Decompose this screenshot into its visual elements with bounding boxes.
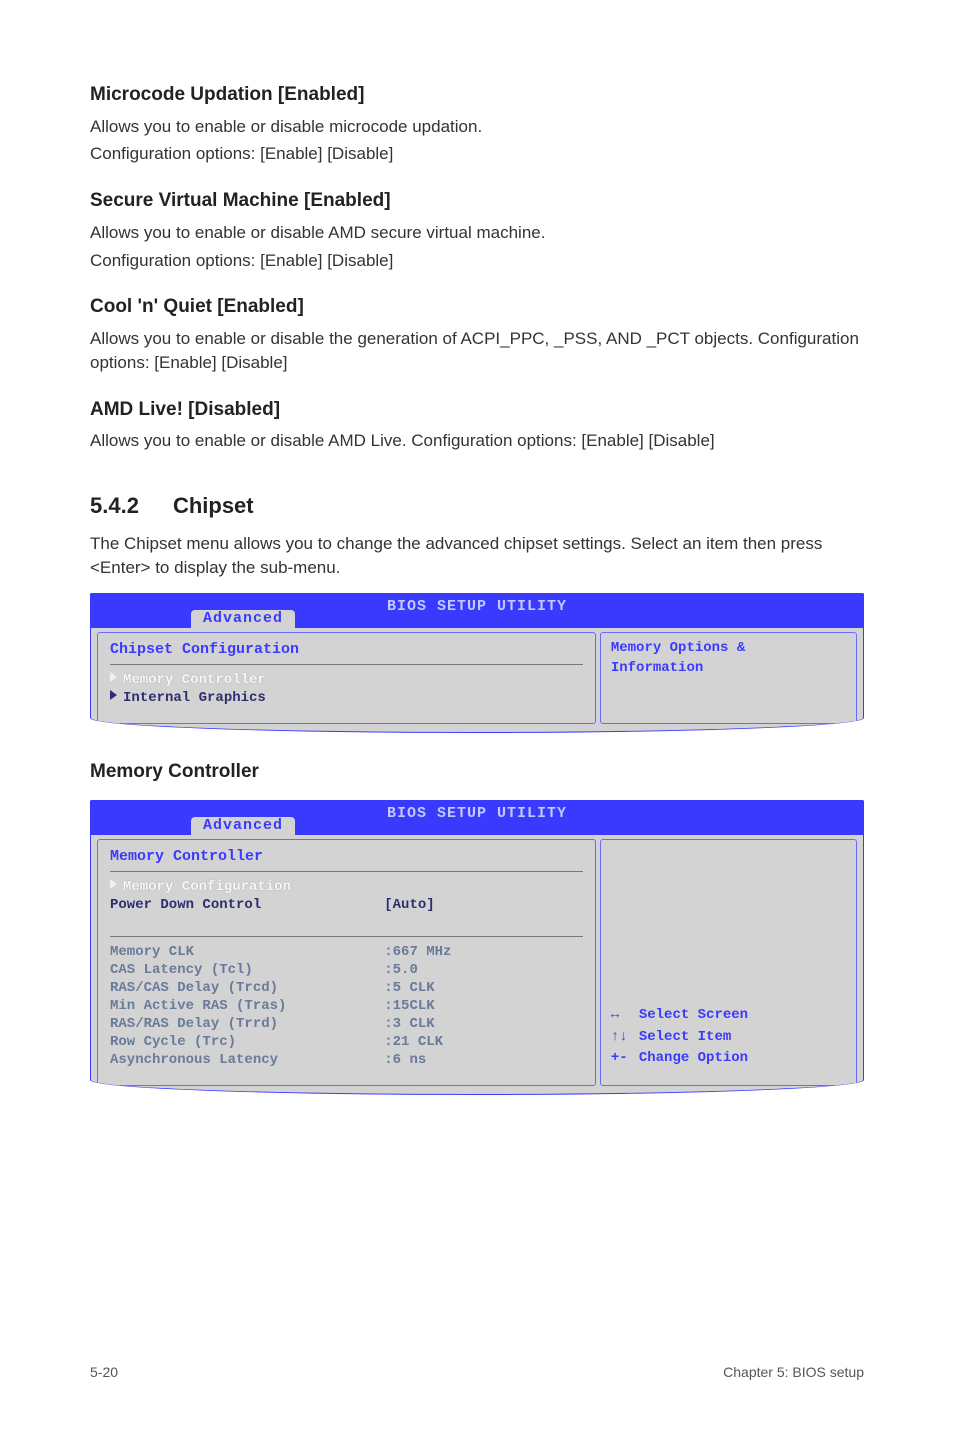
heading-svm: Secure Virtual Machine [Enabled]	[90, 188, 864, 215]
legend-symbol-icon: +-	[611, 1049, 639, 1069]
bios-detail-value: :6 ns	[384, 1051, 583, 1069]
bios-detail-label: Row Cycle (Trc)	[110, 1033, 384, 1051]
heading-chipset-title: Chipset	[173, 493, 254, 518]
triangle-icon	[110, 879, 117, 889]
bios-item-memory-configuration[interactable]: Memory Configuration	[110, 878, 583, 896]
separator	[110, 871, 583, 872]
bios-help-text: Memory Options & Information	[611, 639, 846, 678]
bios-item-internal-graphics[interactable]: Internal Graphics	[110, 689, 583, 707]
bios-item-label: Memory Controller	[123, 672, 266, 688]
triangle-icon	[110, 690, 117, 700]
heading-memory-controller: Memory Controller	[90, 759, 864, 786]
text-chipset-intro: The Chipset menu allows you to change th…	[90, 532, 864, 580]
legend-symbol-icon: ↔	[611, 1006, 639, 1026]
separator	[110, 664, 583, 665]
bios-section-title: Memory Controller	[110, 846, 583, 867]
legend-row: +-Change Option	[611, 1049, 846, 1069]
bios-box-chipset: BIOS SETUP UTILITY Advanced Chipset Conf…	[90, 593, 864, 733]
bios-left-pane: Chipset Configuration Memory Controller …	[97, 632, 596, 724]
bios-detail-value: :5 CLK	[384, 979, 583, 997]
text-microcode-2: Configuration options: [Enable] [Disable…	[90, 142, 864, 166]
bios-right-pane: ↔Select Screen↑↓Select Item+-Change Opti…	[600, 839, 857, 1086]
bios-detail-value: :15CLK	[384, 997, 583, 1015]
bios-item-label: Power Down Control	[110, 896, 384, 914]
legend-symbol-icon: ↑↓	[611, 1028, 639, 1048]
bios-detail-value: :667 MHz	[384, 943, 583, 961]
bios-detail-row: Asynchronous Latency:6 ns	[110, 1051, 583, 1069]
legend-text: Select Screen	[639, 1006, 748, 1026]
bios-item-label: Memory Configuration	[123, 879, 291, 895]
footer-chapter: Chapter 5: BIOS setup	[723, 1363, 864, 1383]
heading-microcode: Microcode Updation [Enabled]	[90, 82, 864, 109]
bios-detail-value: :5.0	[384, 961, 583, 979]
bios-header: BIOS SETUP UTILITY Advanced	[91, 594, 863, 628]
bios-detail-row: CAS Latency (Tcl):5.0	[110, 961, 583, 979]
bios-right-pane: Memory Options & Information	[600, 632, 857, 724]
bios-detail-row: RAS/RAS Delay (Trrd):3 CLK	[110, 1015, 583, 1033]
bios-header-title: BIOS SETUP UTILITY	[387, 805, 567, 822]
legend-text: Select Item	[639, 1028, 731, 1048]
text-svm-1: Allows you to enable or disable AMD secu…	[90, 221, 864, 245]
bios-item-memory-controller[interactable]: Memory Controller	[110, 671, 583, 689]
bios-detail-label: Min Active RAS (Tras)	[110, 997, 384, 1015]
bios-item-power-down[interactable]: Power Down Control [Auto]	[110, 896, 583, 914]
bios-detail-label: CAS Latency (Tcl)	[110, 961, 384, 979]
bios-tab-advanced[interactable]: Advanced	[191, 817, 295, 835]
bios-detail-row: Memory CLK:667 MHz	[110, 943, 583, 961]
bios-detail-row: RAS/CAS Delay (Trcd):5 CLK	[110, 979, 583, 997]
triangle-icon	[110, 672, 117, 682]
separator	[110, 936, 583, 937]
heading-chipset-number: 5.4.2	[90, 491, 139, 522]
bios-detail-row: Row Cycle (Trc):21 CLK	[110, 1033, 583, 1051]
bios-detail-row: Min Active RAS (Tras):15CLK	[110, 997, 583, 1015]
footer-page-number: 5-20	[90, 1363, 118, 1383]
legend-row: ↔Select Screen	[611, 1006, 846, 1026]
bios-box-memory: BIOS SETUP UTILITY Advanced Memory Contr…	[90, 800, 864, 1095]
bios-item-label: Internal Graphics	[123, 690, 266, 706]
bios-tab-advanced[interactable]: Advanced	[191, 610, 295, 628]
bios-header: BIOS SETUP UTILITY Advanced	[91, 801, 863, 835]
text-microcode-1: Allows you to enable or disable microcod…	[90, 115, 864, 139]
bios-detail-label: RAS/CAS Delay (Trcd)	[110, 979, 384, 997]
bios-item-value: [Auto]	[384, 896, 583, 914]
text-cnq-1: Allows you to enable or disable the gene…	[90, 327, 864, 375]
bios-detail-value: :3 CLK	[384, 1015, 583, 1033]
bios-detail-value: :21 CLK	[384, 1033, 583, 1051]
bios-detail-label: Asynchronous Latency	[110, 1051, 384, 1069]
heading-cnq: Cool 'n' Quiet [Enabled]	[90, 294, 864, 321]
text-amdlive-1: Allows you to enable or disable AMD Live…	[90, 429, 864, 453]
heading-chipset: 5.4.2 Chipset	[90, 491, 864, 522]
bios-body: Chipset Configuration Memory Controller …	[91, 628, 863, 732]
page-footer: 5-20 Chapter 5: BIOS setup	[90, 1355, 864, 1383]
bios-detail-label: RAS/RAS Delay (Trrd)	[110, 1015, 384, 1033]
text-svm-2: Configuration options: [Enable] [Disable…	[90, 249, 864, 273]
bios-section-title: Chipset Configuration	[110, 639, 583, 660]
bios-body: Memory Controller Memory Configuration P…	[91, 835, 863, 1094]
bios-left-pane: Memory Controller Memory Configuration P…	[97, 839, 596, 1086]
bios-detail-label: Memory CLK	[110, 943, 384, 961]
bios-header-title: BIOS SETUP UTILITY	[387, 598, 567, 615]
legend-row: ↑↓Select Item	[611, 1028, 846, 1048]
heading-amdlive: AMD Live! [Disabled]	[90, 397, 864, 424]
legend-text: Change Option	[639, 1049, 748, 1069]
